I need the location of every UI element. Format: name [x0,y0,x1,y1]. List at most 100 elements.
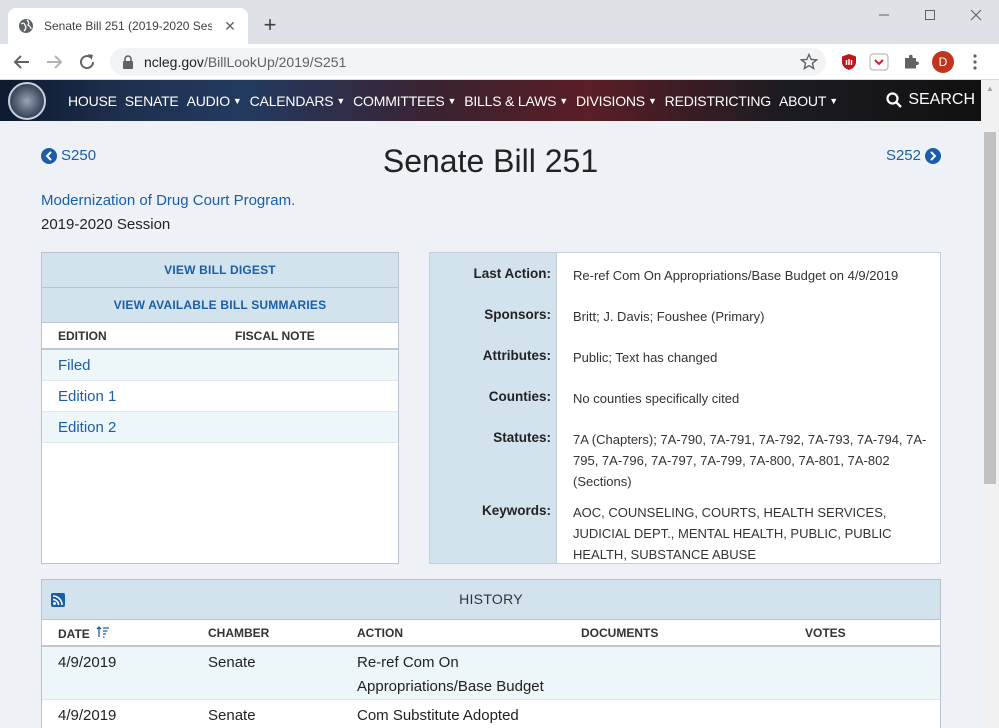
history-date: 4/9/2019 [58,707,117,724]
history-chamber: Senate [208,707,256,724]
history-action-line1: Com Substitute Adopted [357,707,519,724]
sort-descending-icon [96,626,110,638]
statutes-value: 7A (Chapters); 7A-790, 7A-791, 7A-792, 7… [573,432,927,489]
nav-item-label: CALENDARS [249,92,334,109]
history-action-line1: Re-ref Com On [357,654,459,671]
forward-button[interactable] [42,50,66,74]
scrollbar-thumb[interactable] [984,132,996,484]
nav-item-label: DIVISIONS [575,92,645,109]
minimize-button[interactable] [861,4,907,26]
history-row: 4/9/2019 Senate Com Substitute Adopted [42,700,940,728]
history-action-line2: Appropriations/Base Budget [357,678,544,695]
browser-toolbar: ncleg.gov/BillLookUp/2019/S251 D [0,44,999,80]
page-title: Senate Bill 251 [382,143,599,179]
lock-icon [123,55,133,69]
nav-item-senate[interactable]: SENATE [125,93,179,109]
tab-title: Senate Bill 251 (2019-2020 Session) [44,19,212,33]
view-bill-digest-button[interactable]: VIEW BILL DIGEST [42,253,398,288]
documents-table-header: EDITION FISCAL NOTE [42,323,398,350]
fiscal-note-column-header: FISCAL NOTE [235,329,315,343]
close-tab-icon[interactable]: ✕ [222,18,238,34]
next-bill-label: S252 [885,147,921,164]
arrow-left-icon [13,55,29,69]
action-column-header: ACTION [357,626,403,640]
attributes-label: Attributes: [482,348,551,363]
scroll-up-arrow[interactable]: ▲ [981,80,999,97]
caret-down-icon: ▼ [559,95,568,106]
caret-down-icon: ▼ [232,95,242,106]
date-column-label: DATE [58,627,90,641]
nav-item-divisions[interactable]: DIVISIONS ▼ [576,93,657,109]
edition-column-header: EDITION [58,329,107,343]
nav-item-audio[interactable]: AUDIO ▼ [187,93,242,109]
search-icon [886,92,903,108]
star-icon[interactable] [800,53,818,71]
history-table-header: DATE CHAMBER ACTION DOCUMENTS VOTES [42,620,940,647]
search-button[interactable]: SEARCH [886,91,975,109]
session-label: 2019-2020 Session [41,216,171,233]
history-date: 4/9/2019 [58,654,117,671]
maximize-button[interactable] [907,4,953,26]
nav-item-redistricting[interactable]: REDISTRICTING [665,93,771,109]
keywords-value: AOC, COUNSELING, COURTS, HEALTH SERVICES… [573,505,892,562]
chamber-column-header: CHAMBER [208,626,270,640]
history-row: 4/9/2019 Senate Re-ref Com On Appropriat… [42,647,940,700]
nav-links: HOUSE SENATE AUDIO ▼ CALENDARS ▼ COMMITTEES ▼ BI… [68,80,846,121]
caret-down-icon: ▼ [447,95,457,106]
extension-pocket-icon[interactable] [868,51,890,73]
extension-ublock-icon[interactable] [838,51,860,73]
search-label: SEARCH [908,91,975,108]
address-bar[interactable]: ncleg.gov/BillLookUp/2019/S251 [110,48,826,76]
bill-short-title-link[interactable]: Modernization of Drug Court Program. [41,192,295,209]
browser-tab-active[interactable]: Senate Bill 251 (2019-2020 Session) ✕ [8,8,248,44]
caret-down-icon: ▼ [336,95,346,106]
history-chamber: Senate [208,654,256,671]
history-header: HISTORY [42,580,940,620]
nav-item-label: HOUSE [68,92,117,109]
edition-link-2[interactable]: Edition 2 [42,412,398,443]
date-column-header[interactable]: DATE [58,626,110,641]
back-button[interactable] [10,50,34,74]
sponsors-label: Sponsors: [484,307,551,322]
next-bill-link[interactable]: S252 [886,147,941,164]
extensions-puzzle-icon[interactable] [900,51,922,73]
new-tab-button[interactable]: + [258,14,282,38]
nav-item-about[interactable]: ABOUT ▼ [779,93,838,109]
caret-down-icon: ▼ [647,95,657,106]
maximize-icon [925,10,935,20]
close-icon [970,9,982,21]
arrow-right-icon [47,55,63,69]
page-scrollbar[interactable]: ▲ [981,80,999,728]
nc-seal-logo[interactable] [8,82,46,120]
nav-item-house[interactable]: HOUSE [68,93,117,109]
bill-documents-panel: VIEW BILL DIGEST VIEW AVAILABLE BILL SUM… [41,252,399,564]
view-bill-summaries-button[interactable]: VIEW AVAILABLE BILL SUMMARIES [42,288,398,323]
edition-link-1[interactable]: Edition 1 [42,381,398,412]
statutes-label: Statutes: [493,430,551,445]
nav-item-label: COMMITTEES [353,92,445,109]
page-content: S250 Senate Bill 251 S252 Modernization … [0,121,981,728]
edition-link-filed[interactable]: Filed [42,350,398,381]
browser-tabstrip: Senate Bill 251 (2019-2020 Session) ✕ + [0,0,999,44]
nav-item-bills-laws[interactable]: BILLS & LAWS ▼ [464,93,568,109]
nav-item-label: SENATE [124,92,179,109]
sponsors-value: Britt; J. Davis; Foushee (Primary) [573,309,765,324]
url-host: ncleg.gov [144,54,204,70]
last-action-value: Re-ref Com On Appropriations/Base Budget… [573,268,899,283]
nav-item-committees[interactable]: COMMITTEES ▼ [353,93,456,109]
keywords-label: Keywords: [481,503,551,518]
profile-avatar[interactable]: D [932,51,954,73]
minimize-icon [879,14,889,16]
kebab-menu-icon [973,54,977,70]
bill-details-panel: Last Action: Re-ref Com On Appropriation… [429,252,941,564]
site-navigation: HOUSE SENATE AUDIO ▼ CALENDARS ▼ COMMITTEES ▼ BI… [0,80,981,121]
history-title: HISTORY [459,591,523,607]
documents-column-header: DOCUMENTS [581,626,659,640]
close-window-button[interactable] [953,4,999,26]
chevron-right-circle-icon [925,147,941,164]
browser-menu-button[interactable] [964,51,986,73]
nav-item-calendars[interactable]: CALENDARS ▼ [250,93,346,109]
reload-button[interactable] [75,50,99,74]
nav-item-label: AUDIO [186,92,231,109]
nav-item-label: BILLS & LAWS [464,92,557,109]
